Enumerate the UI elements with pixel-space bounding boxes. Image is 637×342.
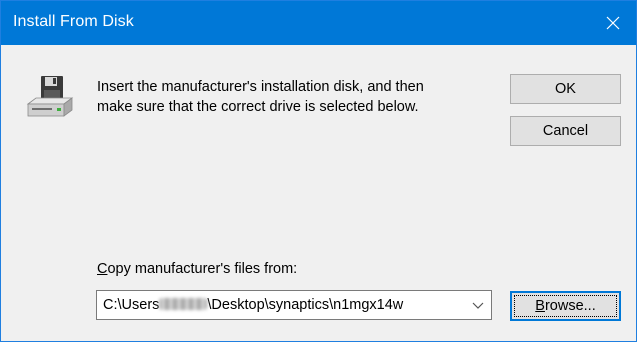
browse-button[interactable]: Browse... [510,291,621,321]
copy-from-label-text: opy manufacturer's files from: [107,261,298,277]
dialog-body: Insert the manufacturer's installation d… [1,45,636,341]
install-from-disk-dialog: Install From Disk Insert the manufacture… [0,0,637,342]
chevron-down-icon[interactable] [471,299,485,311]
source-path-combobox[interactable]: C:\Users \Desktop\synaptics\n1mgx14w [96,290,492,320]
instruction-line-1: Insert the manufacturer's installation d… [97,79,424,95]
instruction-text: Insert the manufacturer's installation d… [97,77,477,117]
browse-label: Browse... [535,298,595,314]
cancel-button[interactable]: Cancel [510,116,621,146]
browse-mnemonic: B [535,298,545,314]
dialog-title: Install From Disk [13,13,134,30]
source-path-value[interactable]: C:\Users \Desktop\synaptics\n1mgx14w [103,297,403,313]
instruction-line-2: make sure that the correct drive is sele… [97,99,419,115]
floppy-drive-icon [26,76,74,117]
path-prefix: C:\Users [103,297,160,313]
redacted-username [159,298,208,310]
title-bar[interactable]: Install From Disk [1,1,636,45]
path-suffix: \Desktop\synaptics\n1mgx14w [207,297,404,313]
close-icon [606,16,620,30]
close-button[interactable] [590,1,636,45]
browse-label-text: rowse... [544,298,596,314]
copy-from-mnemonic: C [97,261,108,277]
ok-button[interactable]: OK [510,74,621,104]
copy-from-label: Copy manufacturer's files from: [97,261,297,277]
